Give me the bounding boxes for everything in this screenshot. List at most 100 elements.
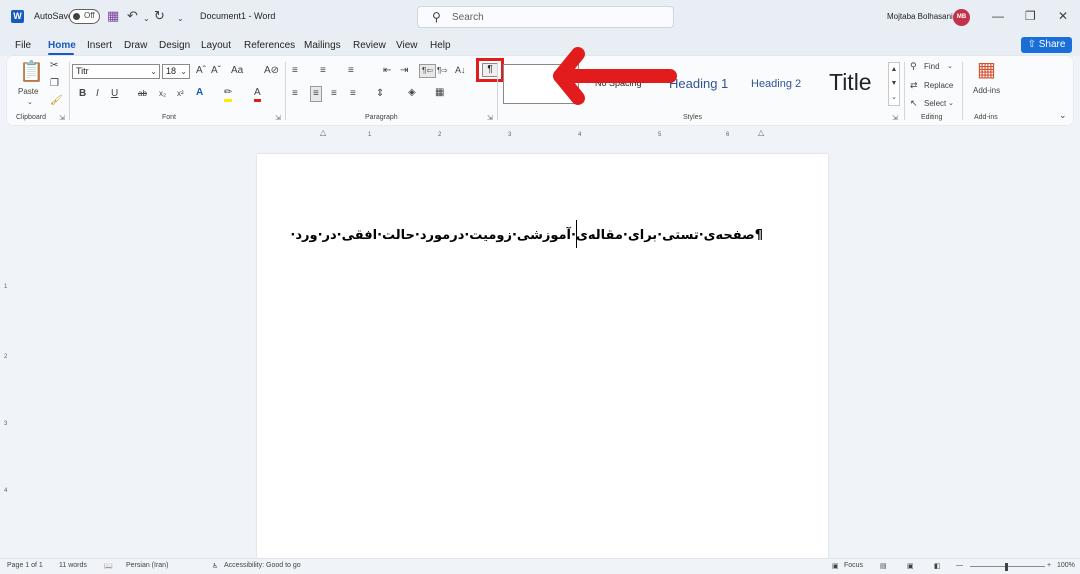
- document-paragraph[interactable]: ¶صفحه‌ی·تستی·برای·مقاله‌ی·آموزشی·زومیت·د…: [290, 228, 763, 243]
- document-page[interactable]: ¶صفحه‌ی·تستی·برای·مقاله‌ی·آموزشی·زومیت·د…: [257, 154, 828, 558]
- zoom-level[interactable]: 100%: [1057, 562, 1075, 569]
- word-count[interactable]: 11 words: [59, 562, 87, 569]
- text-effects-icon[interactable]: A: [196, 87, 203, 99]
- bullets-icon[interactable]: ≡: [292, 65, 298, 77]
- grow-font-icon[interactable]: Aˆ: [196, 65, 206, 77]
- vertical-ruler[interactable]: 1 2 3 4: [4, 148, 12, 554]
- restore-icon[interactable]: ❐: [1025, 10, 1036, 22]
- style-heading-2[interactable]: Heading 2: [751, 78, 801, 90]
- rtl-direction-icon[interactable]: ¶⇦: [419, 64, 436, 78]
- numbering-icon[interactable]: ≡: [320, 65, 326, 77]
- superscript-icon[interactable]: x²: [177, 88, 184, 100]
- tab-help[interactable]: Help: [430, 40, 451, 51]
- collapse-ribbon-icon[interactable]: ⌄: [1059, 109, 1067, 121]
- line-spacing-icon[interactable]: ⇕: [376, 88, 384, 100]
- chevron-down-icon[interactable]: ▼: [889, 77, 899, 91]
- tab-insert[interactable]: Insert: [87, 40, 112, 51]
- find-button[interactable]: Find: [924, 61, 940, 73]
- paste-icon[interactable]: 📋: [19, 62, 44, 82]
- tab-layout[interactable]: Layout: [201, 40, 231, 51]
- select-button[interactable]: Select: [924, 98, 946, 110]
- share-button[interactable]: ⇧ Share: [1021, 37, 1072, 53]
- zoom-in-icon[interactable]: +: [1047, 562, 1051, 569]
- search-box[interactable]: ⚲ Search: [417, 6, 674, 28]
- chevron-up-icon[interactable]: ▲: [889, 63, 899, 77]
- decrease-indent-icon[interactable]: ⇤: [383, 65, 391, 77]
- increase-indent-icon[interactable]: ⇥: [400, 65, 408, 77]
- read-mode-icon[interactable]: ▤: [880, 562, 887, 570]
- divider: [285, 62, 286, 120]
- undo-dropdown-icon[interactable]: ⌄: [143, 12, 150, 26]
- horizontal-ruler[interactable]: △ 1 2 3 4 5 6 △: [258, 128, 826, 138]
- proofing-icon[interactable]: 📖: [104, 562, 113, 570]
- right-indent-marker-icon[interactable]: △: [758, 128, 764, 137]
- select-icon[interactable]: ↖: [910, 97, 918, 109]
- replace-button[interactable]: Replace: [924, 80, 953, 92]
- tab-mailings[interactable]: Mailings: [304, 40, 341, 51]
- tab-design[interactable]: Design: [159, 40, 190, 51]
- styles-launcher-icon[interactable]: ⇲: [892, 114, 898, 122]
- font-color-icon[interactable]: A: [254, 87, 261, 102]
- undo-icon[interactable]: ↶: [127, 9, 138, 23]
- borders-icon[interactable]: ▦: [435, 87, 444, 99]
- shrink-font-icon[interactable]: Aˇ: [211, 65, 221, 77]
- addins-button[interactable]: Add-ins: [973, 85, 1000, 97]
- subscript-icon[interactable]: x₂: [159, 88, 166, 100]
- font-name-dropdown[interactable]: Titr ⌄: [72, 64, 160, 79]
- sort-icon[interactable]: A↓: [455, 64, 466, 76]
- zoom-out-icon[interactable]: —: [956, 562, 963, 569]
- addins-icon[interactable]: ▦: [977, 60, 996, 80]
- tab-review[interactable]: Review: [353, 40, 386, 51]
- accessibility-status[interactable]: Accessibility: Good to go: [224, 562, 301, 569]
- clear-formatting-icon[interactable]: A⊘: [264, 65, 279, 77]
- font-size-dropdown[interactable]: 18 ⌄: [162, 64, 190, 79]
- multilevel-list-icon[interactable]: ≡: [348, 65, 354, 77]
- more-styles-icon[interactable]: ⌄: [889, 91, 899, 105]
- select-dropdown-icon[interactable]: ⌄: [948, 98, 954, 110]
- find-icon[interactable]: ⚲: [910, 60, 917, 72]
- user-name[interactable]: Mojtaba Bolhasani: [887, 12, 953, 21]
- paragraph-launcher-icon[interactable]: ⇲: [487, 114, 493, 122]
- web-layout-icon[interactable]: ◧: [934, 562, 941, 570]
- print-layout-icon[interactable]: ▣: [907, 562, 914, 570]
- copy-icon[interactable]: ❐: [50, 78, 59, 90]
- tab-draw[interactable]: Draw: [124, 40, 147, 51]
- justify-icon[interactable]: ≡: [350, 88, 356, 100]
- redo-icon[interactable]: ↻: [154, 9, 165, 23]
- customize-toolbar-icon[interactable]: ⌄: [177, 12, 184, 26]
- minimize-icon[interactable]: —: [992, 10, 1004, 22]
- tab-home[interactable]: Home: [48, 40, 76, 51]
- strikethrough-icon[interactable]: ab: [138, 88, 147, 100]
- bold-icon[interactable]: B: [79, 88, 86, 100]
- close-icon[interactable]: ✕: [1058, 10, 1068, 22]
- highlight-icon[interactable]: ✏: [224, 87, 233, 102]
- ltr-direction-icon[interactable]: ¶⇨: [437, 65, 448, 77]
- cut-icon[interactable]: ✂: [50, 60, 58, 72]
- clipboard-launcher-icon[interactable]: ⇲: [59, 114, 65, 122]
- zoom-slider-thumb[interactable]: [1005, 563, 1008, 571]
- tab-view[interactable]: View: [396, 40, 418, 51]
- align-center-icon[interactable]: ≡: [310, 86, 322, 102]
- language-status[interactable]: Persian (Iran): [126, 562, 168, 569]
- tab-references[interactable]: References: [244, 40, 295, 51]
- autosave-toggle[interactable]: Off: [69, 9, 100, 24]
- align-right-icon[interactable]: ≡: [331, 88, 337, 100]
- replace-icon[interactable]: ⇄: [910, 79, 918, 91]
- paste-dropdown-icon[interactable]: ⌄: [27, 97, 33, 109]
- align-left-icon[interactable]: ≡: [292, 88, 298, 100]
- shading-icon[interactable]: ◈: [408, 87, 416, 99]
- avatar[interactable]: MB: [953, 9, 970, 26]
- styles-scrollbar[interactable]: ▲ ▼ ⌄: [888, 62, 900, 106]
- focus-button[interactable]: Focus: [844, 562, 863, 569]
- find-dropdown-icon[interactable]: ⌄: [947, 61, 953, 73]
- style-title[interactable]: Title: [829, 69, 872, 96]
- page-count[interactable]: Page 1 of 1: [7, 562, 43, 569]
- indent-marker-icon[interactable]: △: [320, 128, 326, 137]
- save-icon[interactable]: ▦: [107, 9, 119, 23]
- italic-icon[interactable]: I: [96, 88, 99, 100]
- font-launcher-icon[interactable]: ⇲: [275, 114, 281, 122]
- change-case-icon[interactable]: Aa: [231, 65, 243, 77]
- underline-icon[interactable]: U: [111, 88, 118, 100]
- format-painter-icon[interactable]: 🖌: [50, 95, 63, 107]
- tab-file[interactable]: File: [15, 40, 31, 51]
